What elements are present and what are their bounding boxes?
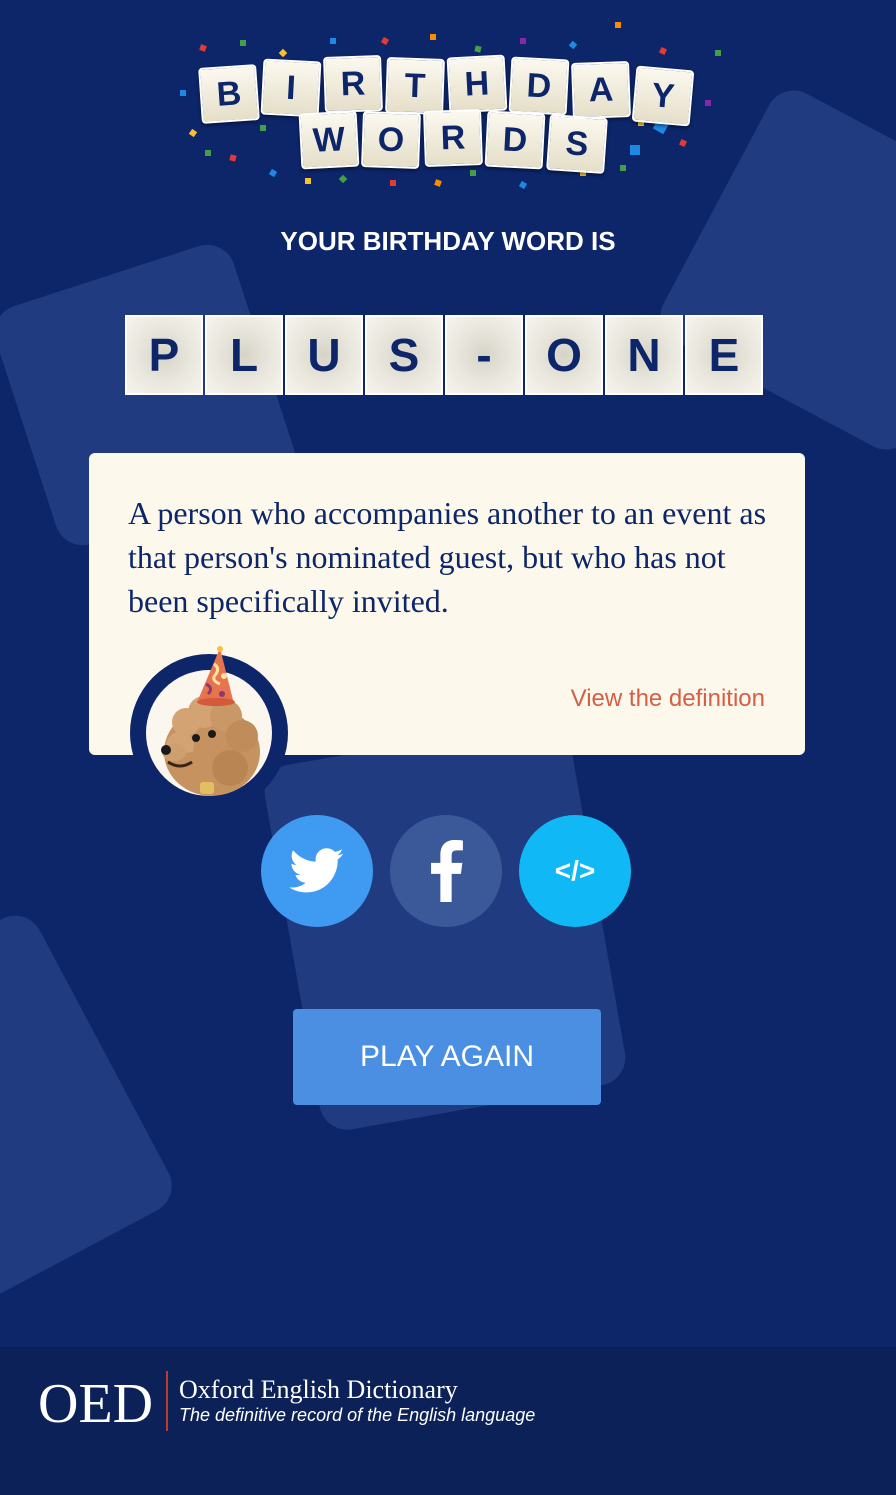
confetti [620,165,626,171]
confetti [390,180,396,186]
word-tile: N [605,315,683,395]
birthday-words-logo: B I R T H D A Y W O R D S [160,20,740,200]
logo-tile: H [446,54,508,114]
logo-tile: S [546,114,608,174]
confetti [568,40,578,50]
logo-tile: W [298,110,360,170]
confetti [180,90,186,96]
confetti [229,154,237,162]
confetti [380,36,390,46]
footer: OED Oxford English Dictionary The defini… [0,1347,896,1495]
logo-divider [166,1371,168,1431]
confetti [330,38,336,44]
logo-tile: R [323,55,383,113]
confetti [268,168,278,178]
logo-tile: T [385,57,445,115]
logo-tile: Y [631,65,695,127]
logo-tile: B [198,64,260,124]
play-again-button[interactable]: PLAY AGAIN [293,1009,601,1105]
confetti [430,34,436,40]
oed-logo-mark: OED [38,1373,154,1435]
confetti [188,128,198,138]
definition-text: A person who accompanies another to an e… [128,495,767,619]
confetti [240,40,246,46]
embed-code-button[interactable]: </> [519,815,631,927]
word-tile: O [525,315,603,395]
confetti [520,38,526,44]
word-tile: L [205,315,283,395]
birthday-word-tiles: P L U S - O N E [125,315,763,395]
confetti [474,45,482,53]
logo-tile: O [361,111,421,169]
confetti [199,44,207,52]
logo-tile: D [484,110,546,170]
confetti [278,48,288,58]
confetti [305,178,311,184]
confetti [705,100,711,106]
word-tile: S [365,315,443,395]
confetti [630,145,640,155]
facebook-icon [431,840,463,902]
facebook-share-button[interactable] [390,815,502,927]
embed-code-icon: </> [554,855,596,886]
confetti [205,150,211,156]
logo-tile: R [423,109,483,167]
share-buttons: </> [261,815,631,927]
confetti [679,139,687,147]
confetti [715,50,721,56]
word-tile: P [125,315,203,395]
word-tile: - [445,315,523,395]
logo-row-words: W O R D S [298,109,608,174]
background-tile-shape [0,905,182,1325]
oed-logo-tagline: The definitive record of the English lan… [179,1405,536,1425]
logo-tile: D [508,56,570,116]
word-tile: U [285,315,363,395]
twitter-icon [289,848,344,893]
view-definition-link[interactable]: View the definition [571,685,765,713]
party-hat-icon [190,646,240,708]
confetti [659,47,667,55]
confetti [338,174,348,184]
logo-tile: I [260,58,322,118]
oed-logo-name: Oxford English Dictionary [179,1375,458,1404]
twitter-share-button[interactable] [261,815,373,927]
birthday-word-heading: YOUR BIRTHDAY WORD IS [280,226,616,256]
confetti [615,22,621,28]
logo-tile: A [571,61,631,119]
word-tile: E [685,315,763,395]
confetti [518,180,528,190]
confetti [260,125,266,131]
confetti [434,179,442,187]
